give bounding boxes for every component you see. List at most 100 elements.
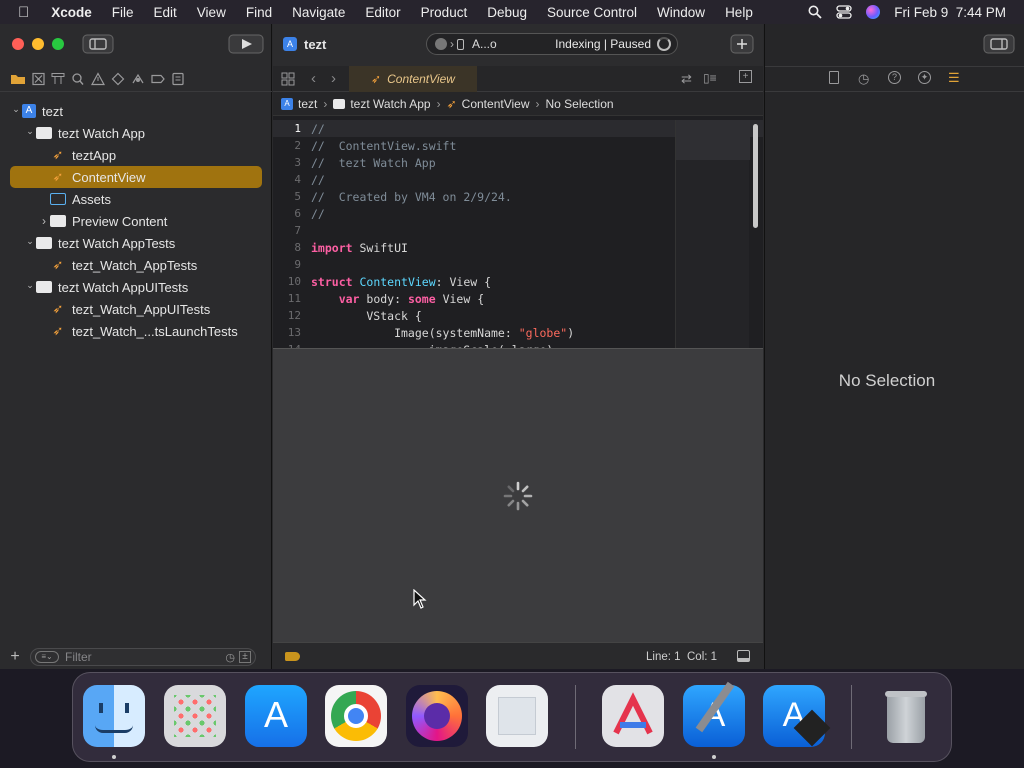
debug-navigator-icon[interactable]: [128, 72, 148, 86]
accessibility-inspector-icon[interactable]: ✦: [918, 71, 931, 84]
test-navigator-icon[interactable]: [108, 72, 128, 86]
preview-canvas[interactable]: [273, 348, 763, 642]
minimize-window-button[interactable]: [32, 38, 44, 50]
run-button[interactable]: [228, 34, 264, 54]
project-navigator-icon[interactable]: [8, 72, 28, 86]
disclosure-open-icon[interactable]: ⌄: [24, 236, 36, 247]
code-text: struct ContentView: View {: [311, 274, 492, 289]
menu-editor[interactable]: Editor: [355, 5, 410, 20]
tree-item[interactable]: ➶ tezt_Watch_AppUITests: [0, 298, 272, 320]
device-watch-icon[interactable]: [457, 38, 464, 50]
menu-help[interactable]: Help: [715, 5, 763, 20]
disclosure-open-icon[interactable]: ⌄: [24, 280, 36, 291]
tree-item[interactable]: ⌄ tezt Watch App: [0, 122, 272, 144]
project-title[interactable]: tezt: [304, 37, 326, 52]
scheme-chevron-icon: ›: [450, 37, 454, 51]
control-center-icon[interactable]: [836, 5, 852, 19]
spotlight-search-icon[interactable]: [808, 5, 822, 19]
sidebar-toggle-icon[interactable]: [82, 34, 114, 54]
menu-navigate[interactable]: Navigate: [282, 5, 355, 20]
line-number: 12: [287, 309, 301, 322]
tree-item[interactable]: › Preview Content: [0, 210, 272, 232]
history-inspector-icon[interactable]: ◷: [858, 71, 869, 87]
dock-app-store-icon[interactable]: A: [245, 685, 307, 747]
quick-help-inspector-icon[interactable]: ?: [888, 71, 901, 84]
tree-item[interactable]: ⌄ Atezt: [0, 100, 272, 122]
disclosure-open-icon[interactable]: ⌄: [24, 126, 36, 137]
close-window-button[interactable]: [12, 38, 24, 50]
editor-options-icon[interactable]: ▯≡: [703, 71, 717, 85]
inspector-toggle-icon[interactable]: [983, 34, 1015, 54]
related-items-icon[interactable]: [281, 72, 295, 86]
symbol-navigator-icon[interactable]: [48, 72, 68, 86]
menu-app-name[interactable]: Xcode: [41, 5, 102, 20]
menu-debug[interactable]: Debug: [477, 5, 537, 20]
apple-icon[interactable]: : [0, 4, 41, 21]
attributes-inspector-icon[interactable]: ☰: [948, 70, 960, 86]
jump-file[interactable]: ContentView: [462, 97, 530, 111]
scheme-icon[interactable]: [435, 38, 447, 50]
dock-affinity-icon[interactable]: [602, 685, 664, 747]
siri-icon[interactable]: [866, 5, 881, 19]
dock-simulator-icon[interactable]: A: [763, 685, 831, 747]
menu-product[interactable]: Product: [411, 5, 478, 20]
file-inspector-icon[interactable]: [829, 71, 839, 84]
tab-contentview[interactable]: ➶ ContentView: [349, 66, 477, 92]
tree-item[interactable]: ⌄ tezt Watch AppTests: [0, 232, 272, 254]
dock-chrome-icon[interactable]: [325, 685, 387, 747]
line-number: 13: [287, 326, 301, 339]
disclosure-open-icon[interactable]: ⌄: [10, 104, 22, 115]
tree-item[interactable]: ➶ tezt_Watch_AppTests: [0, 254, 272, 276]
back-chevron-icon[interactable]: ‹: [311, 70, 316, 87]
add-library-button[interactable]: [730, 34, 754, 54]
report-navigator-icon[interactable]: [168, 72, 188, 86]
recent-files-icon[interactable]: ◷: [225, 651, 235, 664]
menu-file[interactable]: File: [102, 5, 144, 20]
dock-trash-icon[interactable]: [875, 685, 937, 747]
tree-item[interactable]: ⌄ tezt Watch AppUITests: [0, 276, 272, 298]
forward-chevron-icon[interactable]: ›: [331, 70, 336, 87]
dock-finder-icon[interactable]: [83, 685, 145, 747]
tree-item-label: tezt_Watch_...tsLaunchTests: [72, 323, 238, 339]
jump-group[interactable]: tezt Watch App: [350, 97, 430, 111]
dock: A A A: [72, 672, 952, 762]
dock-launchpad-icon[interactable]: [164, 685, 226, 747]
filter-options-icon[interactable]: ≡⌄: [35, 651, 59, 663]
activity-viewer[interactable]: › A...o Indexing | Paused: [426, 33, 678, 55]
menu-clock[interactable]: Fri Feb 9 7:44 PM: [894, 5, 1006, 20]
navigator-selector-bar: [0, 66, 272, 92]
breakpoint-navigator-icon[interactable]: [148, 72, 168, 86]
jump-project[interactable]: tezt: [298, 97, 317, 111]
menu-edit[interactable]: Edit: [144, 5, 187, 20]
menu-view[interactable]: View: [187, 5, 236, 20]
find-navigator-icon[interactable]: [68, 72, 88, 86]
jump-symbol[interactable]: No Selection: [546, 97, 614, 111]
add-file-icon[interactable]: +: [0, 648, 30, 666]
filter-field[interactable]: ≡⌄ Filter ◷ ±: [30, 648, 256, 666]
zoom-window-button[interactable]: [52, 38, 64, 50]
dock-preview-icon[interactable]: [486, 685, 548, 747]
tree-item[interactable]: ➶ ContentView: [10, 166, 262, 188]
minimap-visible-region[interactable]: [676, 120, 750, 160]
editor-scrollbar[interactable]: [753, 124, 758, 228]
source-control-navigator-icon[interactable]: [28, 72, 48, 86]
tag-icon[interactable]: [285, 652, 300, 661]
issue-navigator-icon[interactable]: [88, 71, 108, 86]
menu-window[interactable]: Window: [647, 5, 715, 20]
scheme-label[interactable]: A...o: [472, 37, 497, 51]
filter-placeholder: Filter: [65, 650, 92, 664]
code-review-icon[interactable]: ⇄: [681, 71, 692, 87]
menu-find[interactable]: Find: [236, 5, 282, 20]
tree-item[interactable]: Assets: [0, 188, 272, 210]
swift-file-icon: ➶: [52, 147, 64, 162]
dock-xcode-icon[interactable]: A: [683, 681, 745, 747]
tree-item[interactable]: ➶ teztApp: [0, 144, 272, 166]
scm-filter-icon[interactable]: ±: [239, 651, 251, 663]
dock-firefox-icon[interactable]: [406, 685, 468, 747]
disclosure-closed-icon[interactable]: ›: [38, 214, 50, 228]
add-editor-icon[interactable]: +: [739, 70, 752, 83]
menu-source-control[interactable]: Source Control: [537, 5, 647, 20]
minimap[interactable]: [675, 120, 750, 348]
debug-area-toggle-icon[interactable]: [737, 650, 750, 662]
tree-item[interactable]: ➶ tezt_Watch_...tsLaunchTests: [0, 320, 272, 342]
